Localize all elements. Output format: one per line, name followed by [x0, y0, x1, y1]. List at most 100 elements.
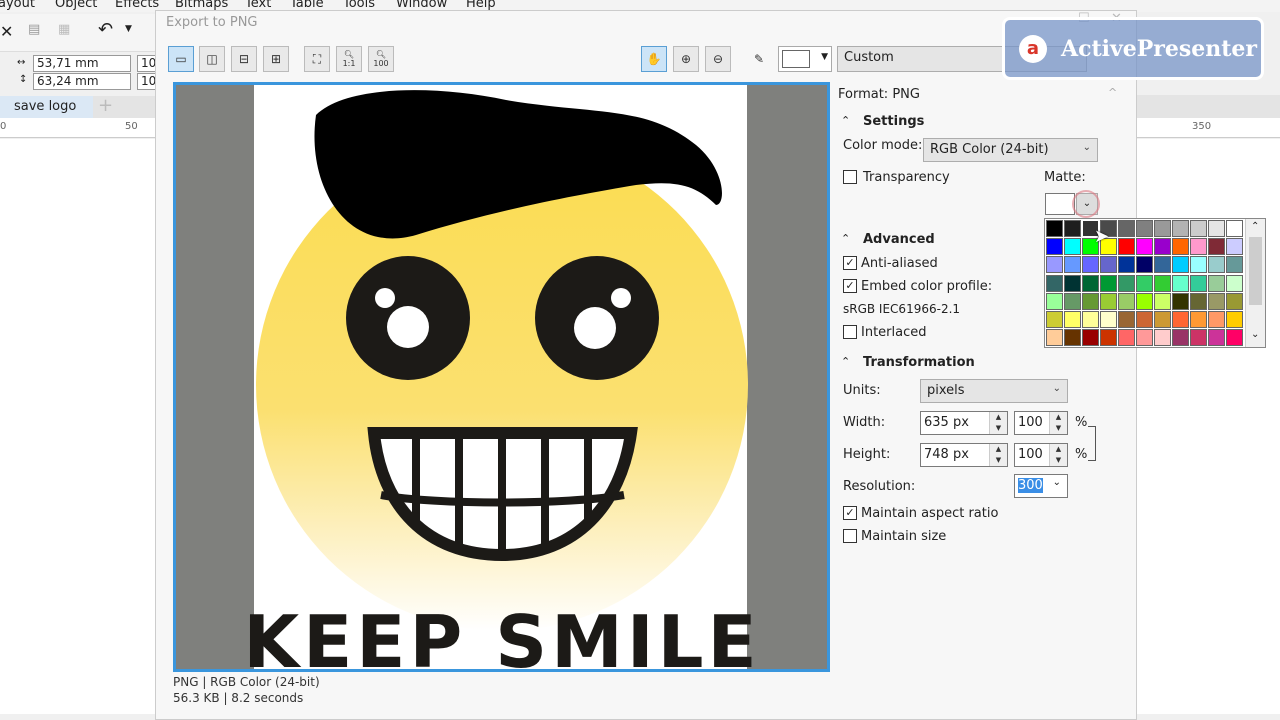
color-swatch[interactable] [1082, 311, 1099, 328]
color-swatch[interactable] [1172, 220, 1189, 237]
scroll-up-icon[interactable]: ⌃ [1251, 221, 1259, 232]
maintain-size-checkbox[interactable] [843, 529, 857, 543]
zoom-100-button[interactable]: 🔍︎ 100 [368, 46, 394, 72]
color-swatch[interactable] [1064, 292, 1081, 310]
color-swatch[interactable] [1136, 274, 1153, 292]
color-swatch[interactable] [1190, 256, 1207, 274]
color-swatch[interactable] [1118, 274, 1135, 292]
fit-page-button[interactable]: ⛶ [304, 46, 330, 72]
color-swatch[interactable] [1100, 311, 1117, 328]
collapse-advanced-icon[interactable]: ⌃ [841, 232, 850, 245]
color-swatch[interactable] [1064, 274, 1081, 292]
scale-x-field[interactable]: 10 [137, 55, 157, 72]
color-swatch[interactable] [1082, 256, 1099, 274]
scale-y-field[interactable]: 10 [137, 73, 157, 90]
color-swatch[interactable] [1118, 292, 1135, 310]
color-swatch[interactable] [1172, 311, 1189, 328]
color-swatch[interactable] [1154, 238, 1171, 256]
color-swatch[interactable] [1154, 329, 1171, 347]
embed-profile-checkbox[interactable]: ✓ [843, 279, 857, 293]
color-swatch[interactable] [1154, 311, 1171, 328]
color-swatch[interactable] [1100, 256, 1117, 274]
color-swatch[interactable] [1190, 238, 1207, 256]
color-swatch[interactable] [1154, 256, 1171, 274]
eyedropper-button[interactable]: ✎ [746, 46, 772, 72]
color-swatch[interactable] [1226, 329, 1243, 347]
cut-icon[interactable]: ✕ [0, 22, 13, 41]
document-tab[interactable]: save logo [0, 96, 93, 118]
color-swatch[interactable] [1208, 311, 1225, 328]
color-swatch[interactable] [1064, 238, 1081, 256]
width-percent-stepper[interactable]: ▲ ▼ [1049, 412, 1067, 434]
anti-aliased-checkbox[interactable]: ✓ [843, 256, 857, 270]
scroll-up-icon[interactable]: ^ [1108, 86, 1117, 99]
zoom-in-button[interactable]: ⊕ [673, 46, 699, 72]
color-swatch[interactable] [1172, 238, 1189, 256]
undo-dropdown-icon[interactable]: ▼ [125, 24, 132, 34]
color-swatch[interactable] [1154, 220, 1171, 237]
color-swatch[interactable] [1226, 256, 1243, 274]
single-view-button[interactable]: ▭ [168, 46, 194, 72]
color-swatch[interactable] [1118, 256, 1135, 274]
color-swatch[interactable] [1100, 329, 1117, 347]
color-swatch[interactable] [1208, 220, 1225, 237]
menu-effects[interactable]: Effects [115, 0, 159, 11]
maintain-aspect-checkbox[interactable]: ✓ [843, 506, 857, 520]
color-swatch[interactable] [1226, 292, 1243, 310]
color-swatch[interactable] [1082, 292, 1099, 310]
link-bracket[interactable] [1088, 426, 1096, 461]
color-swatch[interactable] [1208, 292, 1225, 310]
color-swatch[interactable] [1172, 256, 1189, 274]
width-input[interactable]: 635 px ▲ ▼ [920, 411, 1008, 435]
resolution-input[interactable]: 300 ⌄ [1014, 474, 1068, 498]
color-swatch[interactable] [1136, 220, 1153, 237]
color-swatch[interactable] [1208, 238, 1225, 256]
color-swatch[interactable] [1064, 220, 1081, 237]
color-swatch[interactable] [1226, 238, 1243, 256]
height-percent-input[interactable]: 100 ▲ ▼ [1014, 443, 1068, 467]
color-swatch[interactable] [1226, 274, 1243, 292]
color-swatch[interactable] [1082, 329, 1099, 347]
color-swatch[interactable] [1064, 329, 1081, 347]
color-swatch[interactable] [1118, 329, 1135, 347]
color-swatch[interactable] [1046, 292, 1063, 310]
copy-icon[interactable]: ▤ [28, 22, 40, 37]
color-swatch[interactable] [1172, 274, 1189, 292]
color-swatch[interactable] [1046, 220, 1063, 237]
color-swatch[interactable] [1136, 329, 1153, 347]
color-swatch[interactable] [1100, 292, 1117, 310]
height-percent-stepper[interactable]: ▲ ▼ [1049, 444, 1067, 466]
color-swatch[interactable] [1064, 256, 1081, 274]
collapse-settings-icon[interactable]: ⌃ [841, 114, 850, 127]
scroll-down-icon[interactable]: ⌄ [1251, 329, 1259, 340]
split-horizontal-button[interactable]: ⊟ [231, 46, 257, 72]
color-swatch[interactable] [1046, 274, 1063, 292]
color-swatch[interactable] [1154, 274, 1171, 292]
color-swatch[interactable] [1064, 311, 1081, 328]
undo-icon[interactable]: ↶ [98, 19, 113, 40]
color-swatch[interactable] [1082, 274, 1099, 292]
paste-icon[interactable]: ▦ [58, 22, 70, 37]
color-swatch[interactable] [1190, 220, 1207, 237]
color-swatch[interactable] [1226, 311, 1243, 328]
color-swatch[interactable] [1226, 220, 1243, 237]
width-percent-input[interactable]: 100 ▲ ▼ [1014, 411, 1068, 435]
object-height-field[interactable]: 63,24 mm [33, 73, 131, 90]
color-swatch[interactable] [1118, 238, 1135, 256]
scroll-thumb[interactable] [1249, 237, 1262, 305]
color-swatch[interactable] [1190, 311, 1207, 328]
height-input[interactable]: 748 px ▲ ▼ [920, 443, 1008, 467]
color-swatch[interactable] [1136, 238, 1153, 256]
color-swatch[interactable] [1118, 311, 1135, 328]
interlaced-checkbox[interactable] [843, 325, 857, 339]
zoom-out-button[interactable]: ⊖ [705, 46, 731, 72]
color-swatch[interactable] [1046, 238, 1063, 256]
menu-object[interactable]: Object [55, 0, 97, 11]
add-tab-icon[interactable]: + [98, 95, 113, 116]
preview-area[interactable]: KEEP SMILE [173, 82, 830, 672]
color-swatch[interactable] [1046, 256, 1063, 274]
split-vertical-button[interactable]: ◫ [199, 46, 225, 72]
width-stepper[interactable]: ▲ ▼ [989, 412, 1007, 434]
color-swatch[interactable] [1172, 292, 1189, 310]
color-swatch[interactable] [1190, 329, 1207, 347]
